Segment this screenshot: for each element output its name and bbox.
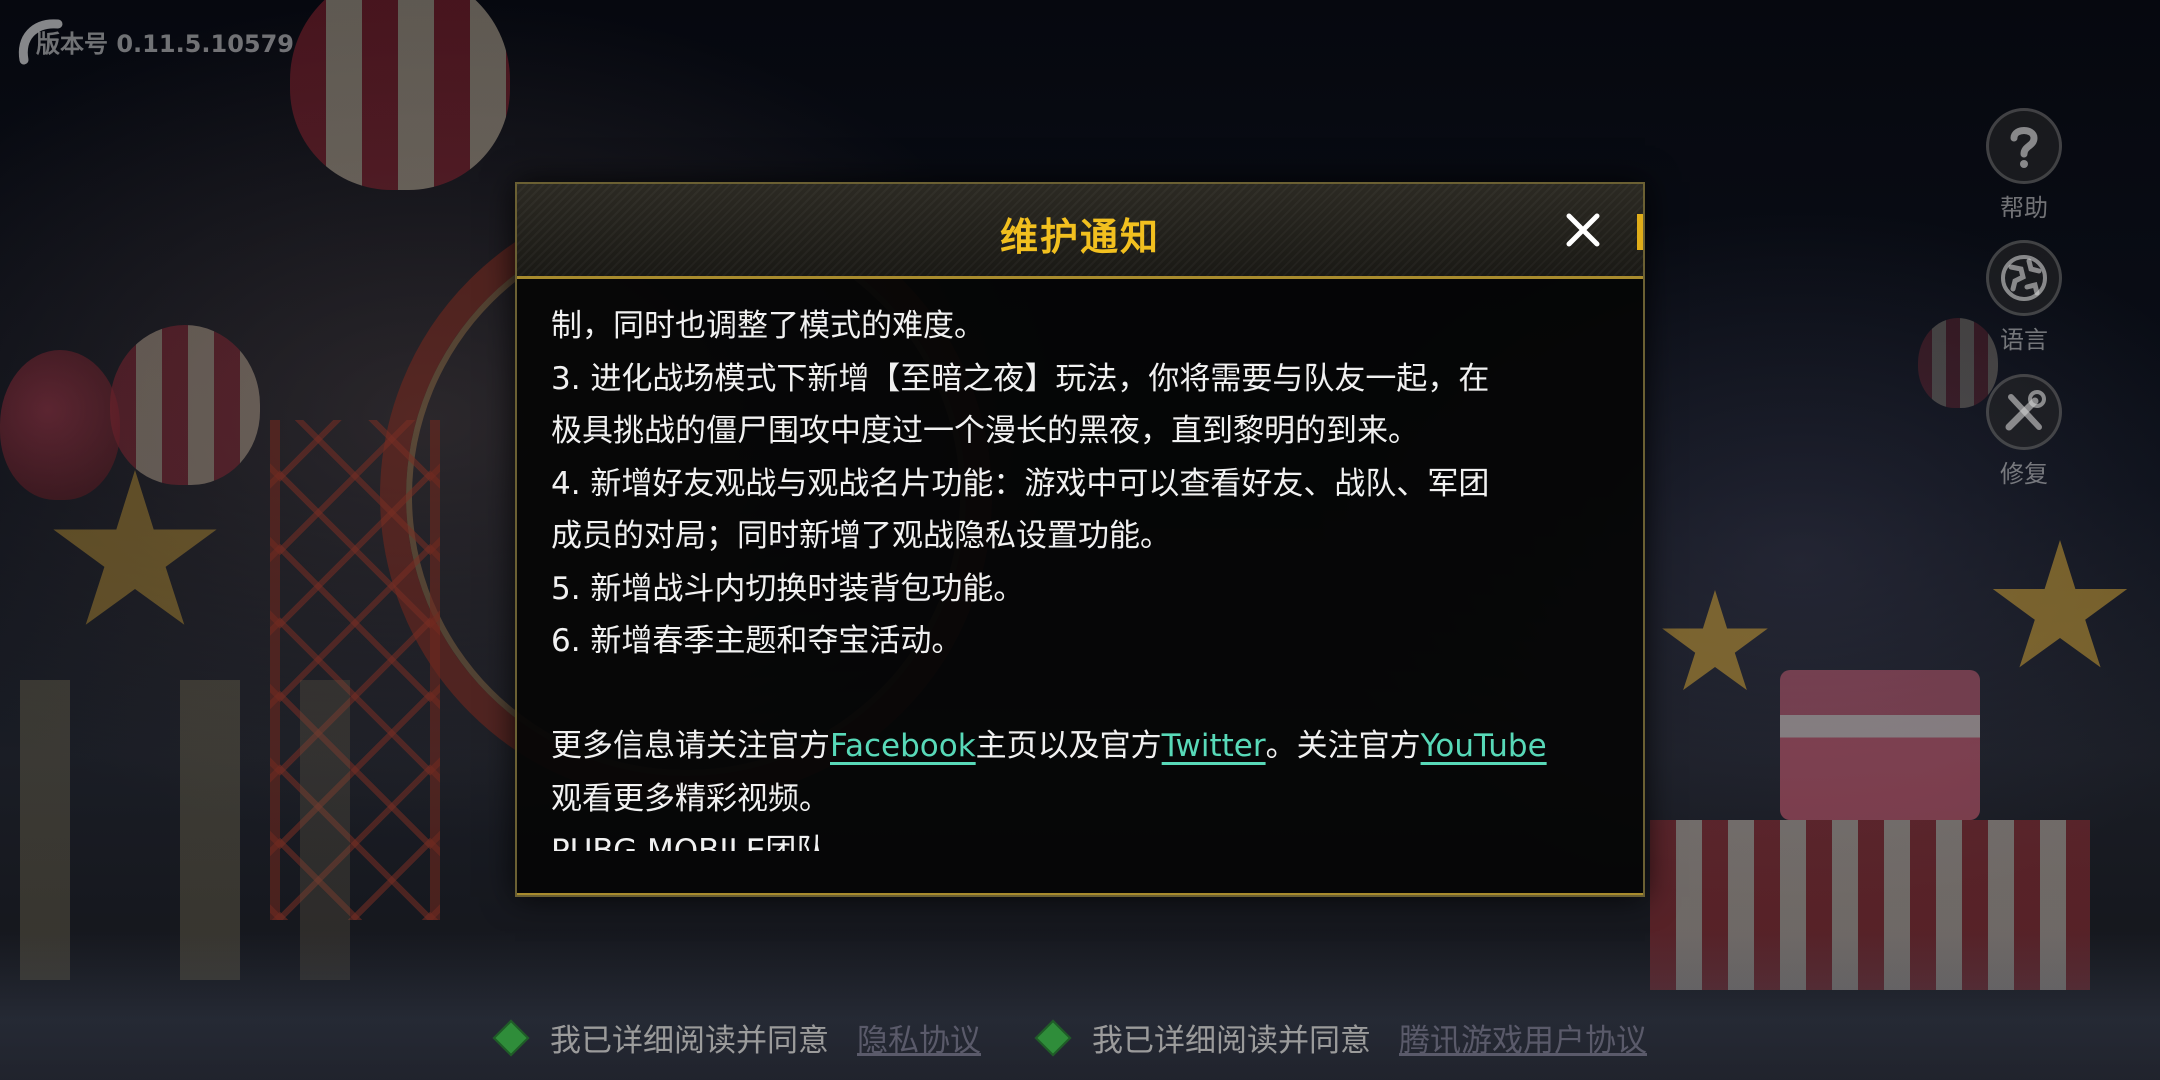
language-button[interactable]: 语言 (1984, 240, 2064, 355)
notice-line: 5. 新增战斗内切换时装背包功能。 (551, 570, 1025, 607)
agreement-checkbox[interactable] (1034, 1019, 1072, 1056)
user-agreement-link[interactable]: 腾讯游戏用户协议 (1399, 1015, 1647, 1060)
help-button[interactable]: 帮助 (1984, 108, 2064, 223)
dialog-title: 维护通知 (999, 215, 1160, 259)
user-agreement: 我已详细阅读并同意 腾讯游戏用户协议 (1034, 1015, 1647, 1060)
hot-air-balloon (110, 325, 260, 485)
globe-icon (1986, 240, 2062, 316)
wrench-screwdriver-icon (1986, 374, 2062, 450)
signature: PUBG MOBILE团队 (551, 833, 828, 851)
notice-line: 4. 新增好友观战与观战名片功能：游戏中可以查看好友、战队、军团 (551, 465, 1490, 502)
hot-air-balloon (290, 0, 510, 190)
help-label: 帮助 (2000, 194, 2048, 222)
follow-suffix: 观看更多精彩视频。 (551, 780, 830, 817)
dialog-bottom-border (517, 893, 1643, 895)
agreement-checkbox[interactable] (492, 1019, 530, 1056)
privacy-agreement: 我已详细阅读并同意 隐私协议 (492, 1015, 981, 1060)
notice-line: 极具挑战的僵尸围攻中度过一个漫长的黑夜，直到黎明的到来。 (551, 413, 1419, 449)
twitter-link[interactable]: Twitter (1162, 728, 1266, 764)
notice-line: 6. 新增春季主题和夺宝活动。 (551, 623, 963, 659)
notice-line: 3. 进化战场模式下新增【至暗之夜】玩法，你将需要与队友一起，在 (551, 360, 1490, 397)
birthday-cake (1780, 670, 1980, 820)
header-accent-bar (1637, 214, 1643, 250)
notice-line: 制，同时也调整了模式的难度。 (551, 308, 985, 344)
question-icon (1986, 108, 2062, 184)
repair-label: 修复 (2000, 460, 2048, 488)
notice-line: 成员的对局；同时新增了观战隐私设置功能。 (551, 518, 1171, 554)
repair-button[interactable]: 修复 (1984, 374, 2064, 489)
dialog-scroll-body[interactable]: 制，同时也调整了模式的难度。 3. 进化战场模式下新增【至暗之夜】玩法，你将需要… (517, 279, 1643, 895)
version-label: 版本号 0.11.5.10579 (36, 30, 294, 58)
maintenance-notice-dialog: 维护通知 制，同时也调整了模式的难度。 3. 进化战场模式下新增【至暗之夜】玩法… (515, 182, 1645, 897)
star-decoration (1992, 540, 2128, 668)
language-label: 语言 (2000, 326, 2048, 354)
agreement-text: 我已详细阅读并同意 (1092, 1023, 1371, 1059)
follow-prefix: 更多信息请关注官方 (551, 728, 830, 764)
close-icon[interactable] (1561, 208, 1605, 252)
agreement-text: 我已详细阅读并同意 (550, 1023, 829, 1059)
youtube-link[interactable]: YouTube (1421, 728, 1547, 764)
hot-air-balloon (0, 350, 120, 500)
dialog-header: 维护通知 (517, 184, 1643, 279)
facebook-link[interactable]: Facebook (830, 728, 976, 764)
follow-line: 更多信息请关注官方Facebook主页以及官方Twitter。关注官方YouTu… (551, 720, 1621, 773)
follow-middle: 主页以及官方 (975, 728, 1162, 764)
follow-middle2: 。关注官方 (1265, 728, 1421, 764)
privacy-policy-link[interactable]: 隐私协议 (857, 1015, 981, 1060)
notice-content: 制，同时也调整了模式的难度。 3. 进化战场模式下新增【至暗之夜】玩法，你将需要… (551, 300, 1621, 851)
star-decoration (1662, 590, 1768, 691)
